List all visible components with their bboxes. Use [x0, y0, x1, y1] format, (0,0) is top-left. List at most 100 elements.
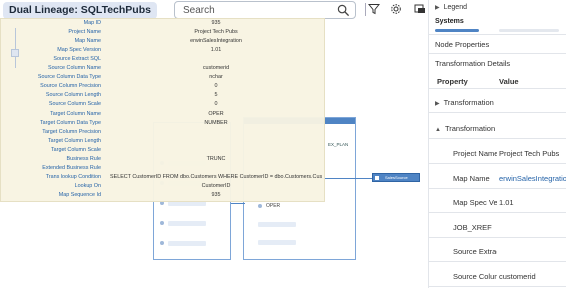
- tooltip-key: Lookup On: [74, 182, 101, 189]
- tooltip-row: Source Extract SQL: [1, 56, 326, 64]
- tooltip-value: 935: [211, 20, 221, 26]
- tooltip-row: Source Column Scale 0: [1, 101, 326, 109]
- node-properties-header[interactable]: Node Properties: [435, 40, 489, 49]
- tooltip-row: Map Sequence Id 935: [1, 192, 326, 200]
- panel-divider: [429, 88, 566, 89]
- property-value-link[interactable]: erwinSalesIntegration: [499, 174, 566, 183]
- export-icon[interactable]: [414, 3, 426, 15]
- node-row: [258, 222, 296, 227]
- tooltip-row: Business Rule TRUNC: [1, 156, 326, 164]
- node-row: [168, 241, 206, 246]
- tooltip-key: Project Name: [68, 29, 101, 36]
- target-node[interactable]: SalesSource: [372, 173, 420, 182]
- filter-icon[interactable]: [368, 3, 380, 15]
- tooltip-value: 5: [214, 92, 218, 99]
- tooltip-key: Source Column Length: [45, 92, 101, 99]
- property-value: 1.01: [499, 198, 514, 207]
- tooltip-key: Source Column Scale: [48, 101, 101, 108]
- tooltip-value: 935: [211, 191, 221, 198]
- property-column-header: Property: [437, 77, 468, 86]
- tooltip-key: Source Column Precision: [40, 83, 101, 90]
- node-port: [258, 204, 262, 208]
- chevron-right-icon: ▶: [435, 5, 440, 11]
- node-port: [160, 241, 164, 245]
- node-title: EX_PLAN: [328, 142, 349, 147]
- chevron-down-icon: ▲: [435, 127, 441, 133]
- panel-divider: [429, 34, 566, 35]
- node-row: [258, 240, 296, 245]
- tooltip-value: SELECT CustomerID FROM dbo.Customers WHE…: [110, 173, 322, 180]
- panel-divider: [429, 163, 566, 164]
- search-icon[interactable]: [337, 4, 350, 17]
- lineage-edge: [320, 178, 372, 179]
- tooltip-row: Source Column Precision 0: [1, 83, 326, 91]
- search-input[interactable]: Search: [174, 1, 356, 19]
- tooltip-row: Lookup On CustomerID: [1, 183, 326, 191]
- tooltip-key: Map ID: [83, 20, 101, 26]
- legend-label: Legend: [443, 4, 467, 11]
- tooltip-row: Target Column Length: [1, 138, 326, 146]
- panel-divider: [429, 285, 566, 287]
- target-node-label: SalesSource: [385, 175, 408, 180]
- tooltip-key: Source Extract SQL: [53, 56, 101, 63]
- tooltip-key: Source Column Name: [47, 65, 101, 72]
- tooltip-row: Map Spec Version 1.01: [1, 47, 326, 55]
- table-icon: [375, 176, 379, 180]
- systems-indicator-track: [499, 29, 559, 32]
- tooltip-key: Target Column Data Type: [39, 119, 101, 126]
- panel-divider: [429, 53, 566, 54]
- transformation-details-header[interactable]: Transformation Details: [435, 59, 510, 68]
- node-row: [168, 221, 206, 226]
- lineage-title: Dual Lineage: SQLTechPubs: [3, 2, 157, 19]
- property-value: Project Tech Pubs: [499, 149, 560, 158]
- tooltip-value: erwinSalesIntegration: [190, 38, 242, 45]
- tooltip-key: Extended Business Rule: [42, 164, 101, 171]
- tooltip-value: CustomerID: [201, 182, 231, 189]
- tooltip-key: Trans lookup Condition: [45, 173, 101, 180]
- tooltip-value: OPER: [208, 110, 224, 117]
- tooltip-value: TRUNC: [206, 155, 226, 162]
- tooltip-row: Source Column Name customerid: [1, 65, 326, 73]
- tooltip-key: Target Column Precision: [42, 128, 101, 135]
- property-name: Map Name: [453, 173, 490, 183]
- tooltip-row: Source Column Data Type nchar: [1, 74, 326, 82]
- tooltip-key: Target Column Length: [47, 137, 101, 144]
- mapping-tooltip: Map ID 935 Project Name Project Tech Pubs Ma…: [0, 18, 325, 202]
- tooltip-value: 0: [214, 101, 218, 108]
- panel-divider: [429, 138, 566, 139]
- chevron-right-icon: ▶: [435, 101, 440, 107]
- tooltip-key: Target Column Name: [50, 110, 101, 117]
- property-name: Project Name: [453, 149, 497, 158]
- tooltip-row: Target Column Name OPER: [1, 111, 326, 119]
- tooltip-value: Project Tech Pubs: [194, 29, 238, 36]
- panel-divider: [429, 187, 566, 189]
- settings-icon[interactable]: [390, 3, 402, 15]
- tooltip-key: Map Spec Version: [57, 47, 101, 54]
- tooltip-row: Extended Business Rule: [1, 165, 326, 173]
- tooltip-row: Map ID 935: [1, 20, 326, 28]
- tooltip-key: Map Name: [74, 38, 101, 45]
- tooltip-row: Target Column Scale: [1, 147, 326, 155]
- legend-toggle[interactable]: ▶ Legend: [435, 4, 467, 11]
- property-name: JOB_XREF: [453, 222, 492, 232]
- transformation-group-collapsed[interactable]: ▶ Transformation: [435, 98, 494, 107]
- search-placeholder: Search: [183, 5, 215, 16]
- tooltip-row: Map Name erwinSalesIntegration: [1, 38, 326, 46]
- tooltip-value: customerid: [202, 65, 230, 72]
- tooltip-key: Business Rule: [66, 155, 101, 162]
- panel-divider: [429, 261, 566, 262]
- tooltip-value: 0: [214, 83, 218, 90]
- property-value: customerid: [499, 271, 536, 281]
- property-name: Source Column Name: [453, 271, 497, 281]
- value-column-header: Value: [499, 77, 519, 86]
- toolbar-separator: [365, 3, 366, 16]
- property-name: Source Extract SQL: [453, 247, 497, 256]
- oper-column[interactable]: OPER: [266, 203, 280, 209]
- tooltip-value: 1.01: [210, 47, 222, 54]
- lineage-edge: [231, 203, 245, 204]
- node-port: [160, 221, 164, 225]
- group-label: Transformation: [443, 98, 494, 107]
- tooltip-row: Target Column Data Type NUMBER: [1, 120, 326, 128]
- transformation-group-expanded[interactable]: ▲ Transformation: [435, 124, 495, 133]
- tooltip-row: Trans lookup Condition SELECT CustomerID …: [1, 174, 326, 182]
